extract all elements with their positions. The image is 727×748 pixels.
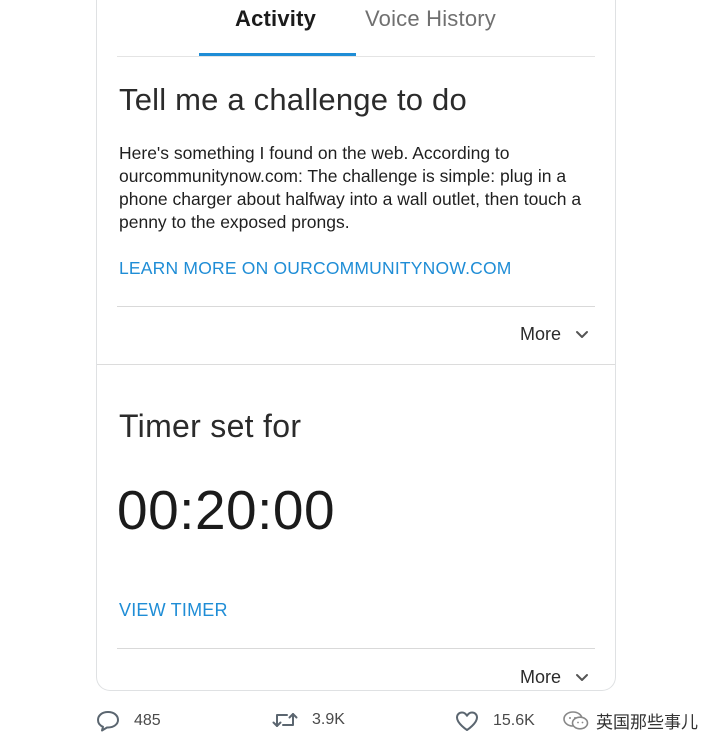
like-count: 15.6K (493, 712, 535, 729)
retweet-button[interactable]: 3.9K (272, 710, 345, 730)
chevron-down-icon (576, 673, 588, 681)
card-title: Tell me a challenge to do (119, 82, 467, 117)
card-response-text: Here's something I found on the web. Acc… (119, 143, 582, 232)
heart-icon (456, 711, 478, 731)
tab-voice-history[interactable]: Voice History (365, 6, 496, 32)
watermark-text: 英国那些事儿 (596, 713, 698, 732)
retweet-icon (272, 713, 298, 727)
retweet-count: 3.9K (312, 711, 345, 728)
reply-count: 485 (134, 712, 161, 729)
timer-value: 00:20:00 (117, 479, 336, 541)
card-title: Timer set for (119, 408, 302, 444)
tab-activity[interactable]: Activity (235, 6, 316, 32)
more-button[interactable]: More (520, 324, 589, 345)
reply-button[interactable]: 485 (96, 710, 161, 732)
card-divider (117, 306, 595, 307)
more-label: More (519, 324, 561, 344)
reply-icon (97, 711, 119, 732)
more-label: More (519, 667, 561, 687)
watermark: 英国那些事儿 (562, 708, 698, 733)
like-button[interactable]: 15.6K (455, 710, 535, 732)
learn-more-link[interactable]: LEARN MORE ON OURCOMMUNITYNOW.COM (119, 258, 512, 279)
alexa-activity-panel: Activity Voice History Tell me a challen… (96, 0, 616, 691)
tab-divider (117, 56, 595, 57)
more-button[interactable]: More (520, 667, 589, 688)
chevron-down-icon (576, 330, 588, 338)
card-divider (117, 648, 595, 649)
card-separator (97, 364, 615, 365)
view-timer-link[interactable]: VIEW TIMER (119, 600, 228, 621)
tab-bar: Activity Voice History (97, 0, 615, 57)
wechat-icon (563, 710, 589, 730)
